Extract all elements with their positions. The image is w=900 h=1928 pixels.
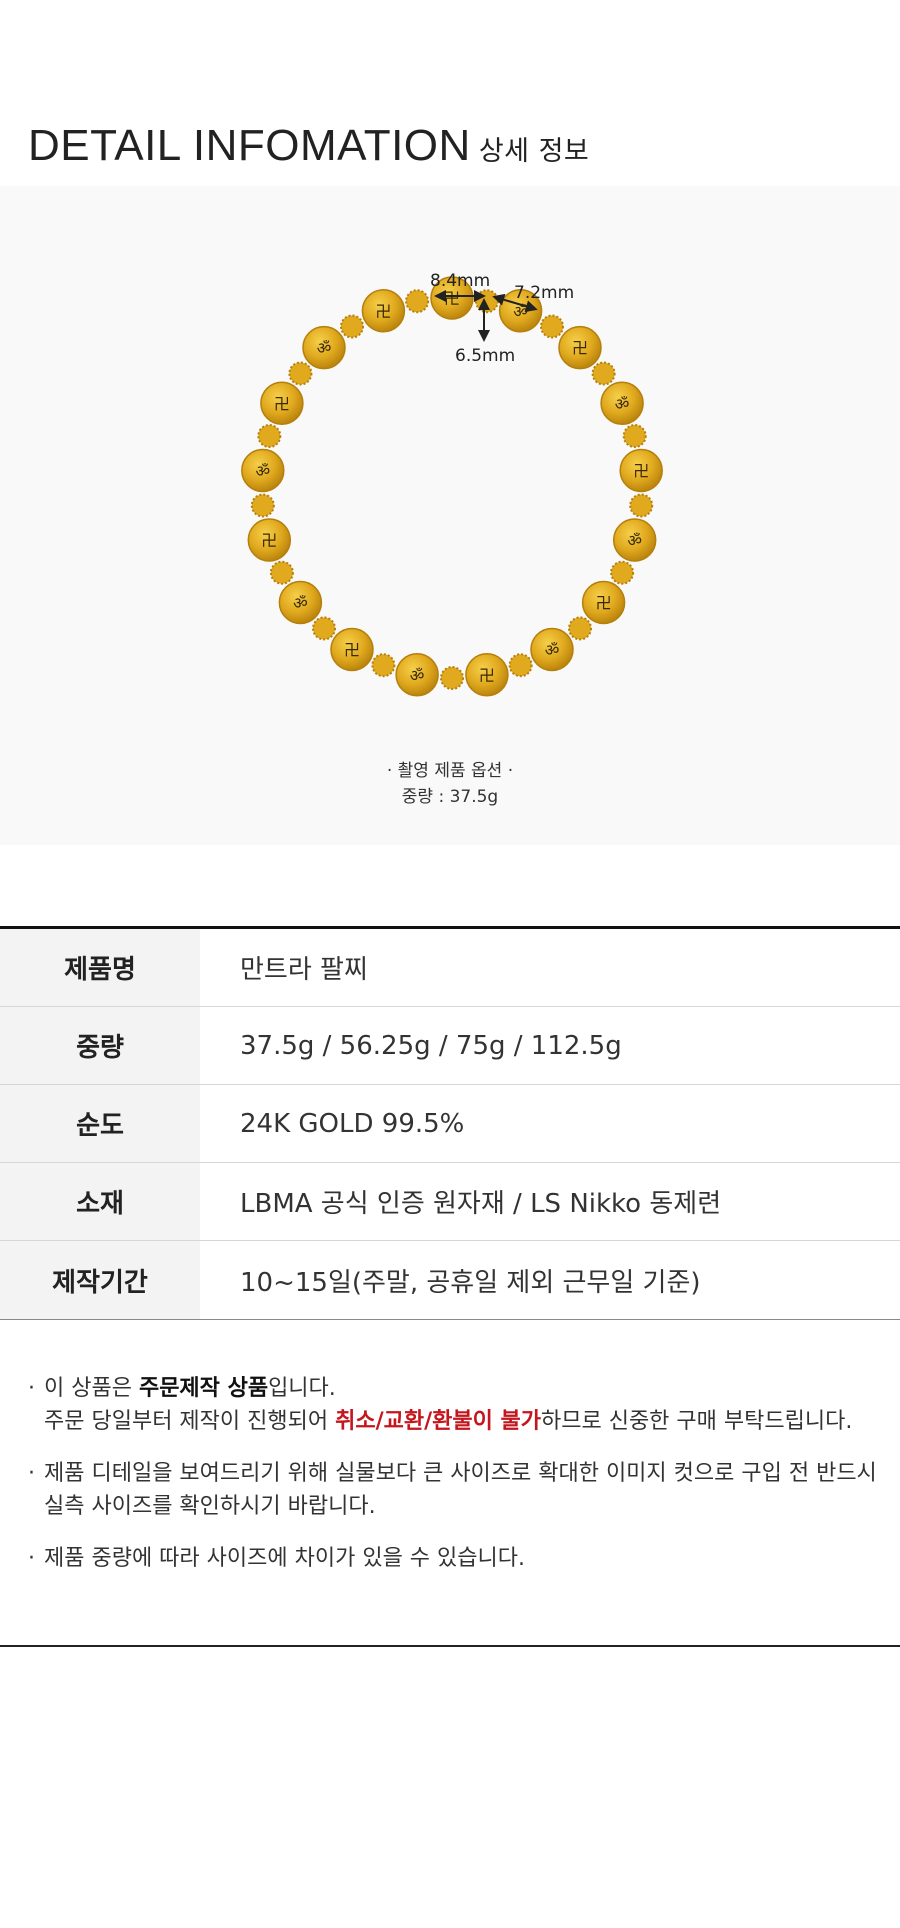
photo-caption-weight: 중량 : 37.5g	[401, 787, 499, 807]
spec-label: 순도	[0, 1085, 200, 1162]
notice-text: 하므로 신중한 구매 부탁드립니다.	[540, 1409, 853, 1434]
spacer-bead	[257, 424, 282, 448]
notice-text: 이 상품은	[44, 1376, 139, 1401]
spec-label: 제작기간	[0, 1241, 200, 1319]
spec-table: 제품명 만트라 팔찌 중량 37.5g / 56.25g / 75g / 112…	[0, 926, 900, 1320]
bead-engraving-icon: 卍	[572, 339, 588, 358]
notice-item-weight-size: · 제품 중량에 따라 사이즈에 차이가 있을 수 있습니다.	[28, 1542, 878, 1575]
bead-engraving-icon: 卍	[633, 462, 649, 481]
spec-row-name: 제품명 만트라 팔찌	[0, 929, 900, 1007]
bead-engraving-icon: ॐ	[317, 339, 332, 358]
product-photo: 卍ॐ卍ॐ卍ॐ卍ॐ卍ॐ卍ॐ卍ॐ卍ॐ卍 8.4mm 7.2mm 6.5mm · 촬영…	[0, 186, 900, 845]
bottom-divider	[0, 1645, 900, 1647]
notice-list: · 이 상품은 주문제작 상품입니다. 주문 당일부터 제작이 진행되어 취소/…	[28, 1372, 878, 1594]
spec-value: LBMA 공식 인증 원자재 / LS Nikko 동제련	[240, 1189, 722, 1219]
spacer-bead	[622, 424, 647, 448]
bead-engraving-icon: 卍	[261, 531, 277, 550]
bead-engraving-icon: 卍	[375, 302, 391, 321]
spacer-bead	[440, 666, 464, 690]
bead-engraving-icon: ॐ	[256, 462, 271, 481]
spacer-bead	[269, 560, 294, 585]
bead-engraving-icon: ॐ	[293, 594, 308, 613]
notice-item-image-size: · 제품 디테일을 보여드리기 위해 실물보다 큰 사이즈로 확대한 이미지 컷…	[28, 1457, 878, 1523]
spec-value: 만트라 팔찌	[240, 955, 368, 985]
title-text: DETAIL INFOMATION	[28, 121, 471, 170]
bullet: ·	[28, 1376, 35, 1401]
bead-engraving-icon: 卍	[274, 394, 290, 413]
bead-engraving-icon: 卍	[444, 289, 460, 308]
spec-label: 소재	[0, 1163, 200, 1240]
spacer-bead	[629, 493, 654, 518]
bracelet-illustration: 卍ॐ卍ॐ卍ॐ卍ॐ卍ॐ卍ॐ卍ॐ卍ॐ卍 8.4mm 7.2mm 6.5mm	[241, 271, 663, 697]
spacer-bead	[474, 289, 499, 314]
bullet: ·	[28, 1546, 35, 1571]
spec-row-production-period: 제작기간 10~15일(주말, 공휴일 제외 근무일 기준)	[0, 1241, 900, 1319]
spacer-bead	[508, 653, 533, 678]
depth-dimension-label: 7.2mm	[514, 283, 574, 303]
spacer-bead	[540, 314, 564, 339]
bead-engraving-icon: 卍	[479, 666, 495, 685]
spacer-bead	[568, 616, 592, 641]
bead-engraving-icon: ॐ	[627, 531, 642, 550]
spec-value: 24K GOLD 99.5%	[240, 1108, 465, 1139]
spacer-bead	[340, 314, 364, 339]
spacer-bead	[250, 493, 275, 518]
notice-text: 실측 사이즈를 확인하시기 바랍니다.	[44, 1494, 376, 1519]
spec-row-weight: 중량 37.5g / 56.25g / 75g / 112.5g	[0, 1007, 900, 1085]
bead-ring: 卍ॐ卍ॐ卍ॐ卍ॐ卍ॐ卍ॐ卍ॐ卍ॐ卍	[241, 276, 663, 697]
page-title: DETAIL INFOMATION 상세 정보	[28, 118, 589, 180]
spacer-bead	[591, 361, 616, 386]
spec-label: 제품명	[0, 929, 200, 1006]
bead-engraving-icon: ॐ	[545, 641, 560, 660]
bead-engraving-icon: 卍	[596, 594, 612, 613]
notice-emphasis: 주문제작 상품	[138, 1376, 269, 1401]
height-dimension-label: 6.5mm	[455, 346, 515, 366]
notice-text: 입니다.	[268, 1376, 336, 1401]
spec-row-material: 소재 LBMA 공식 인증 원자재 / LS Nikko 동제련	[0, 1163, 900, 1241]
notice-text: 주문 당일부터 제작이 진행되어	[44, 1409, 336, 1434]
photo-caption-option: · 촬영 제품 옵션 ·	[386, 761, 514, 781]
spacer-bead	[371, 653, 396, 678]
spacer-bead	[405, 289, 430, 314]
bullet: ·	[28, 1461, 35, 1486]
bead-engraving-icon: 卍	[344, 641, 360, 660]
spec-value: 37.5g / 56.25g / 75g / 112.5g	[240, 1030, 622, 1061]
notice-text: 제품 디테일을 보여드리기 위해 실물보다 큰 사이즈로 확대한 이미지 컷으로…	[44, 1461, 877, 1486]
spacer-bead	[288, 361, 313, 386]
notice-item-custom-order: · 이 상품은 주문제작 상품입니다. 주문 당일부터 제작이 진행되어 취소/…	[28, 1372, 878, 1438]
notice-warning: 취소/교환/환불이 불가	[335, 1409, 541, 1434]
spacer-bead	[312, 616, 336, 641]
title-subtitle: 상세 정보	[478, 136, 590, 167]
width-dimension-label: 8.4mm	[430, 271, 490, 291]
bead-engraving-icon: ॐ	[410, 666, 425, 685]
spec-label: 중량	[0, 1007, 200, 1084]
bead-engraving-icon: ॐ	[615, 394, 630, 413]
spec-value: 10~15일(주말, 공휴일 제외 근무일 기준)	[240, 1267, 701, 1298]
spec-row-purity: 순도 24K GOLD 99.5%	[0, 1085, 900, 1163]
notice-text: 제품 중량에 따라 사이즈에 차이가 있을 수 있습니다.	[44, 1546, 525, 1571]
spacer-bead	[610, 560, 635, 585]
